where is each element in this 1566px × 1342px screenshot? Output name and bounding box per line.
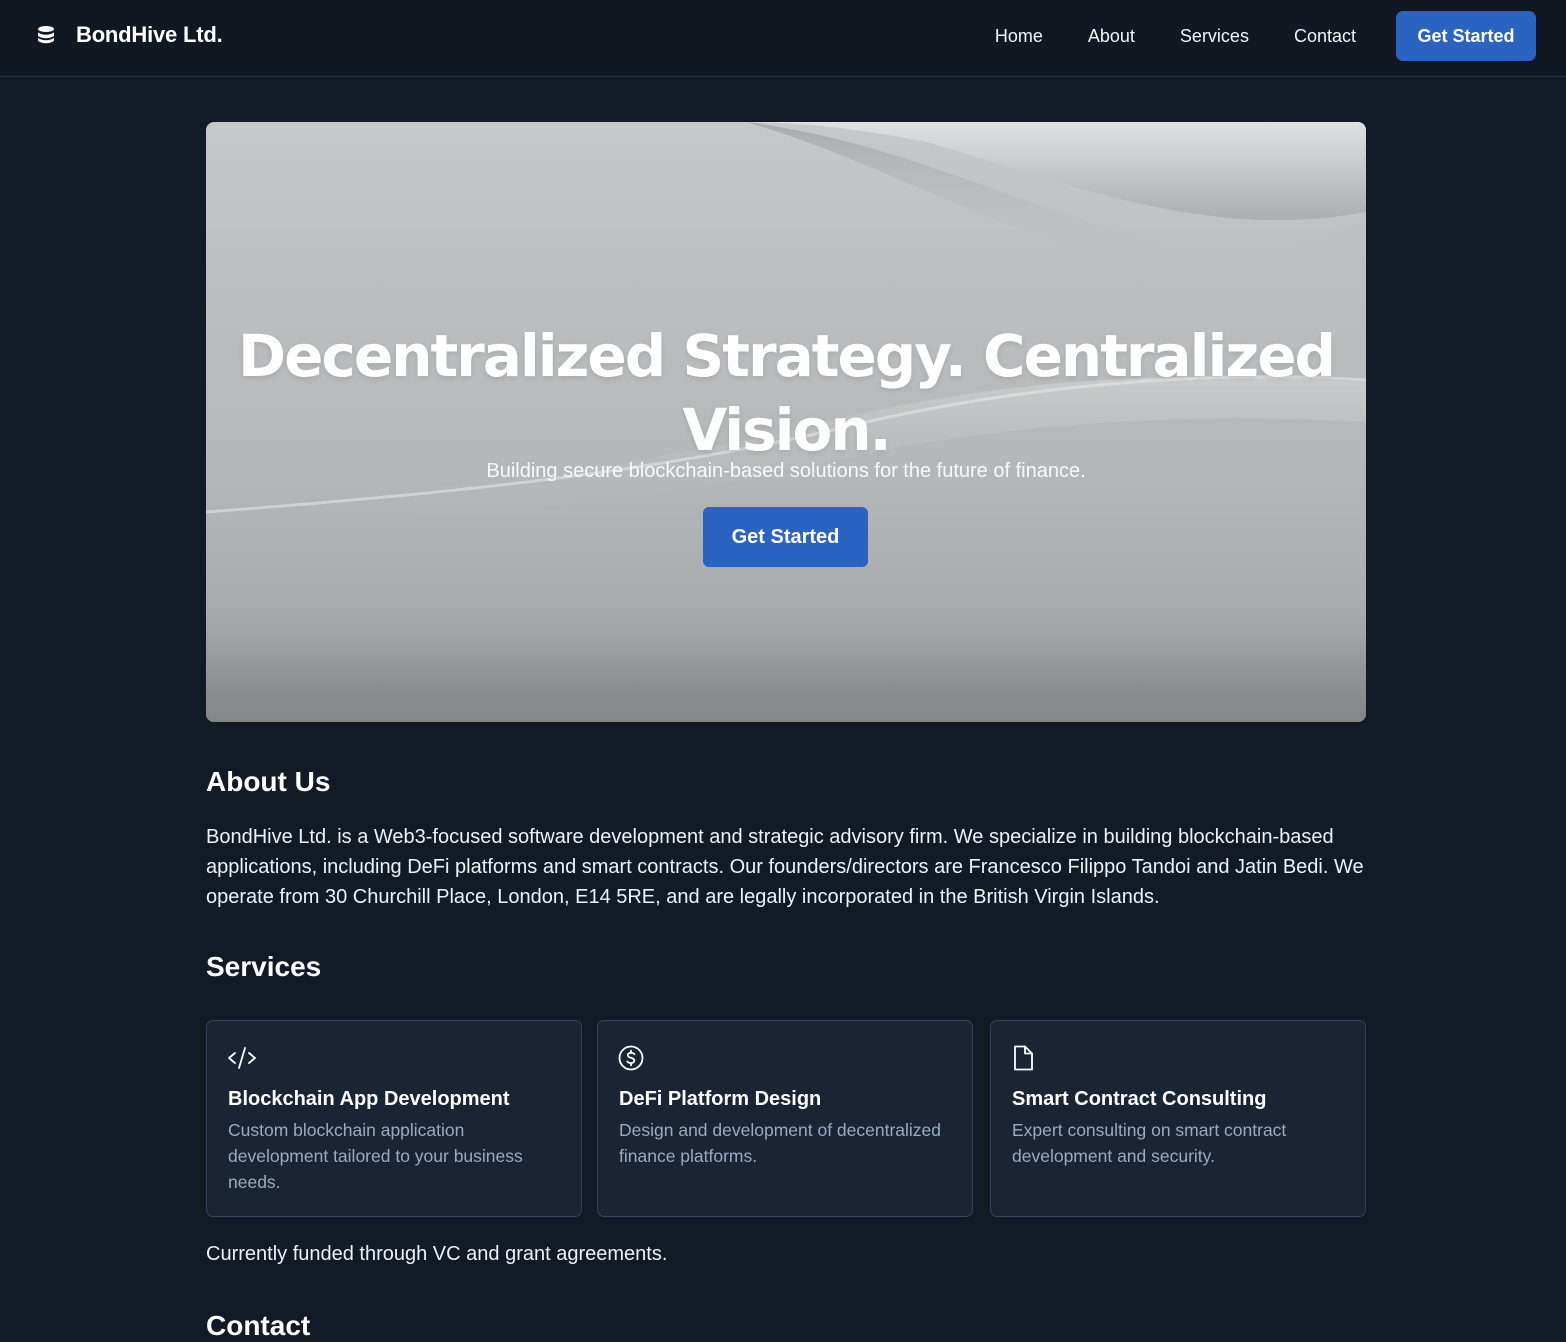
hero-title: Decentralized Strategy. Centralized Visi… [237,321,1336,464]
contact-section-title: Contact [206,1310,311,1341]
document-icon [1011,1045,1041,1071]
funding-note: Currently funded through VC and grant ag… [206,1243,668,1265]
about-section-title: About Us [206,766,331,797]
service-card-title: Blockchain App Development [228,1088,510,1110]
nav-link-home[interactable]: Home [995,26,1043,47]
main-navigation: Home About Services Contact Get Started [995,0,1536,72]
nav-link-contact[interactable]: Contact [1294,26,1356,47]
top-navigation-bar: BondHive Ltd. Home About Services Contac… [0,0,1566,77]
code-icon [227,1045,257,1071]
service-card-description: Custom blockchain application developmen… [228,1120,523,1192]
service-card-blockchain-app-development[interactable]: Blockchain App Development Custom blockc… [206,1020,582,1217]
nav-link-services[interactable]: Services [1180,26,1249,47]
dollar-circle-icon [618,1045,648,1071]
service-card-title: DeFi Platform Design [619,1088,822,1110]
service-card-smart-contract-consulting[interactable]: Smart Contract Consulting Expert consult… [990,1020,1366,1217]
service-card-description: Expert consulting on smart contract deve… [1012,1120,1287,1166]
hero-subtitle: Building secure blockchain-based solutio… [486,460,1086,482]
service-card-defi-platform-design[interactable]: DeFi Platform Design Design and developm… [597,1020,973,1217]
database-stack-icon [36,25,56,45]
services-card-grid: Blockchain App Development Custom blockc… [206,1020,1366,1217]
service-card-description: Design and development of decentralized … [619,1120,942,1166]
about-description: BondHive Ltd. is a Web3-focused software… [206,826,1364,908]
brand-name: BondHive Ltd. [76,22,223,47]
hero-get-started-button[interactable]: Get Started [703,507,868,567]
services-section-title: Services [206,951,322,982]
brand[interactable]: BondHive Ltd. [36,18,223,52]
nav-link-about[interactable]: About [1088,26,1135,47]
hero-banner: Decentralized Strategy. Centralized Visi… [206,122,1366,722]
service-card-title: Smart Contract Consulting [1012,1088,1267,1110]
header-get-started-button[interactable]: Get Started [1396,11,1536,61]
